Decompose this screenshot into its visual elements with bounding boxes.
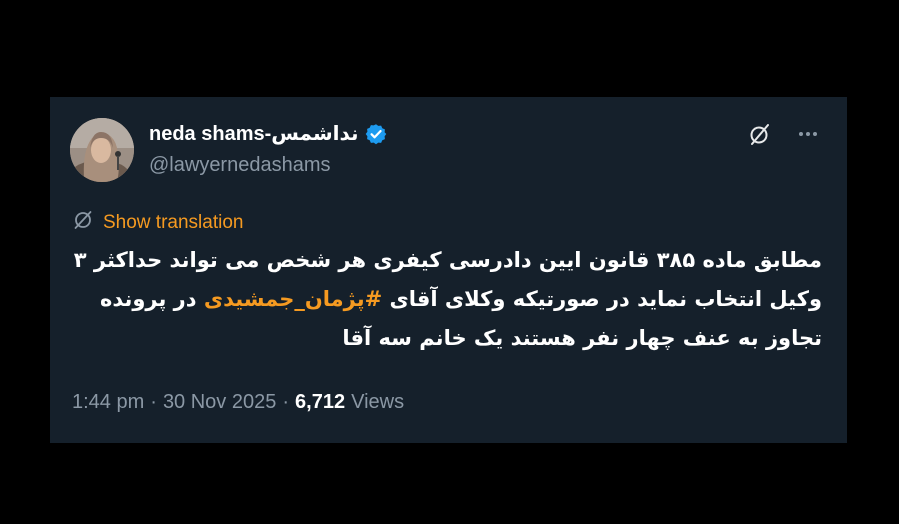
meta-separator: · <box>282 391 290 413</box>
verified-badge-icon <box>365 123 387 145</box>
views-count: 6,712 <box>295 391 346 413</box>
views-label: Views <box>351 391 405 413</box>
show-translation-label[interactable]: Show translation <box>103 211 243 235</box>
author-display-name[interactable]: neda shams-نداشمس <box>149 121 359 147</box>
more-options-icon[interactable] <box>795 121 821 147</box>
tweet-time[interactable]: 1:44 pm <box>72 389 144 415</box>
grok-slash-icon[interactable] <box>747 121 773 147</box>
author-name-row[interactable]: neda shams-نداشمس <box>149 121 387 147</box>
avatar[interactable] <box>70 118 134 182</box>
tweet-meta: 1:44 pm · 30 Nov 2025 · 6,712 Views <box>72 389 404 415</box>
hashtag-link[interactable]: #پژمان_جمشیدی <box>204 287 382 311</box>
translate-icon <box>72 209 94 236</box>
meta-separator: · <box>150 391 157 413</box>
show-translation-link[interactable]: Show translation <box>72 209 243 236</box>
tweet-card: neda shams-نداشمس @lawyernedashams Show … <box>50 97 847 443</box>
tweet-text: مطابق ماده ۳۸۵ قانون ایین دادرسی کیفری ه… <box>72 241 822 358</box>
avatar-image <box>70 118 134 182</box>
author-handle[interactable]: @lawyernedashams <box>149 152 331 178</box>
tweet-top-actions <box>747 121 821 147</box>
tweet-date[interactable]: 30 Nov 2025 <box>163 389 276 415</box>
